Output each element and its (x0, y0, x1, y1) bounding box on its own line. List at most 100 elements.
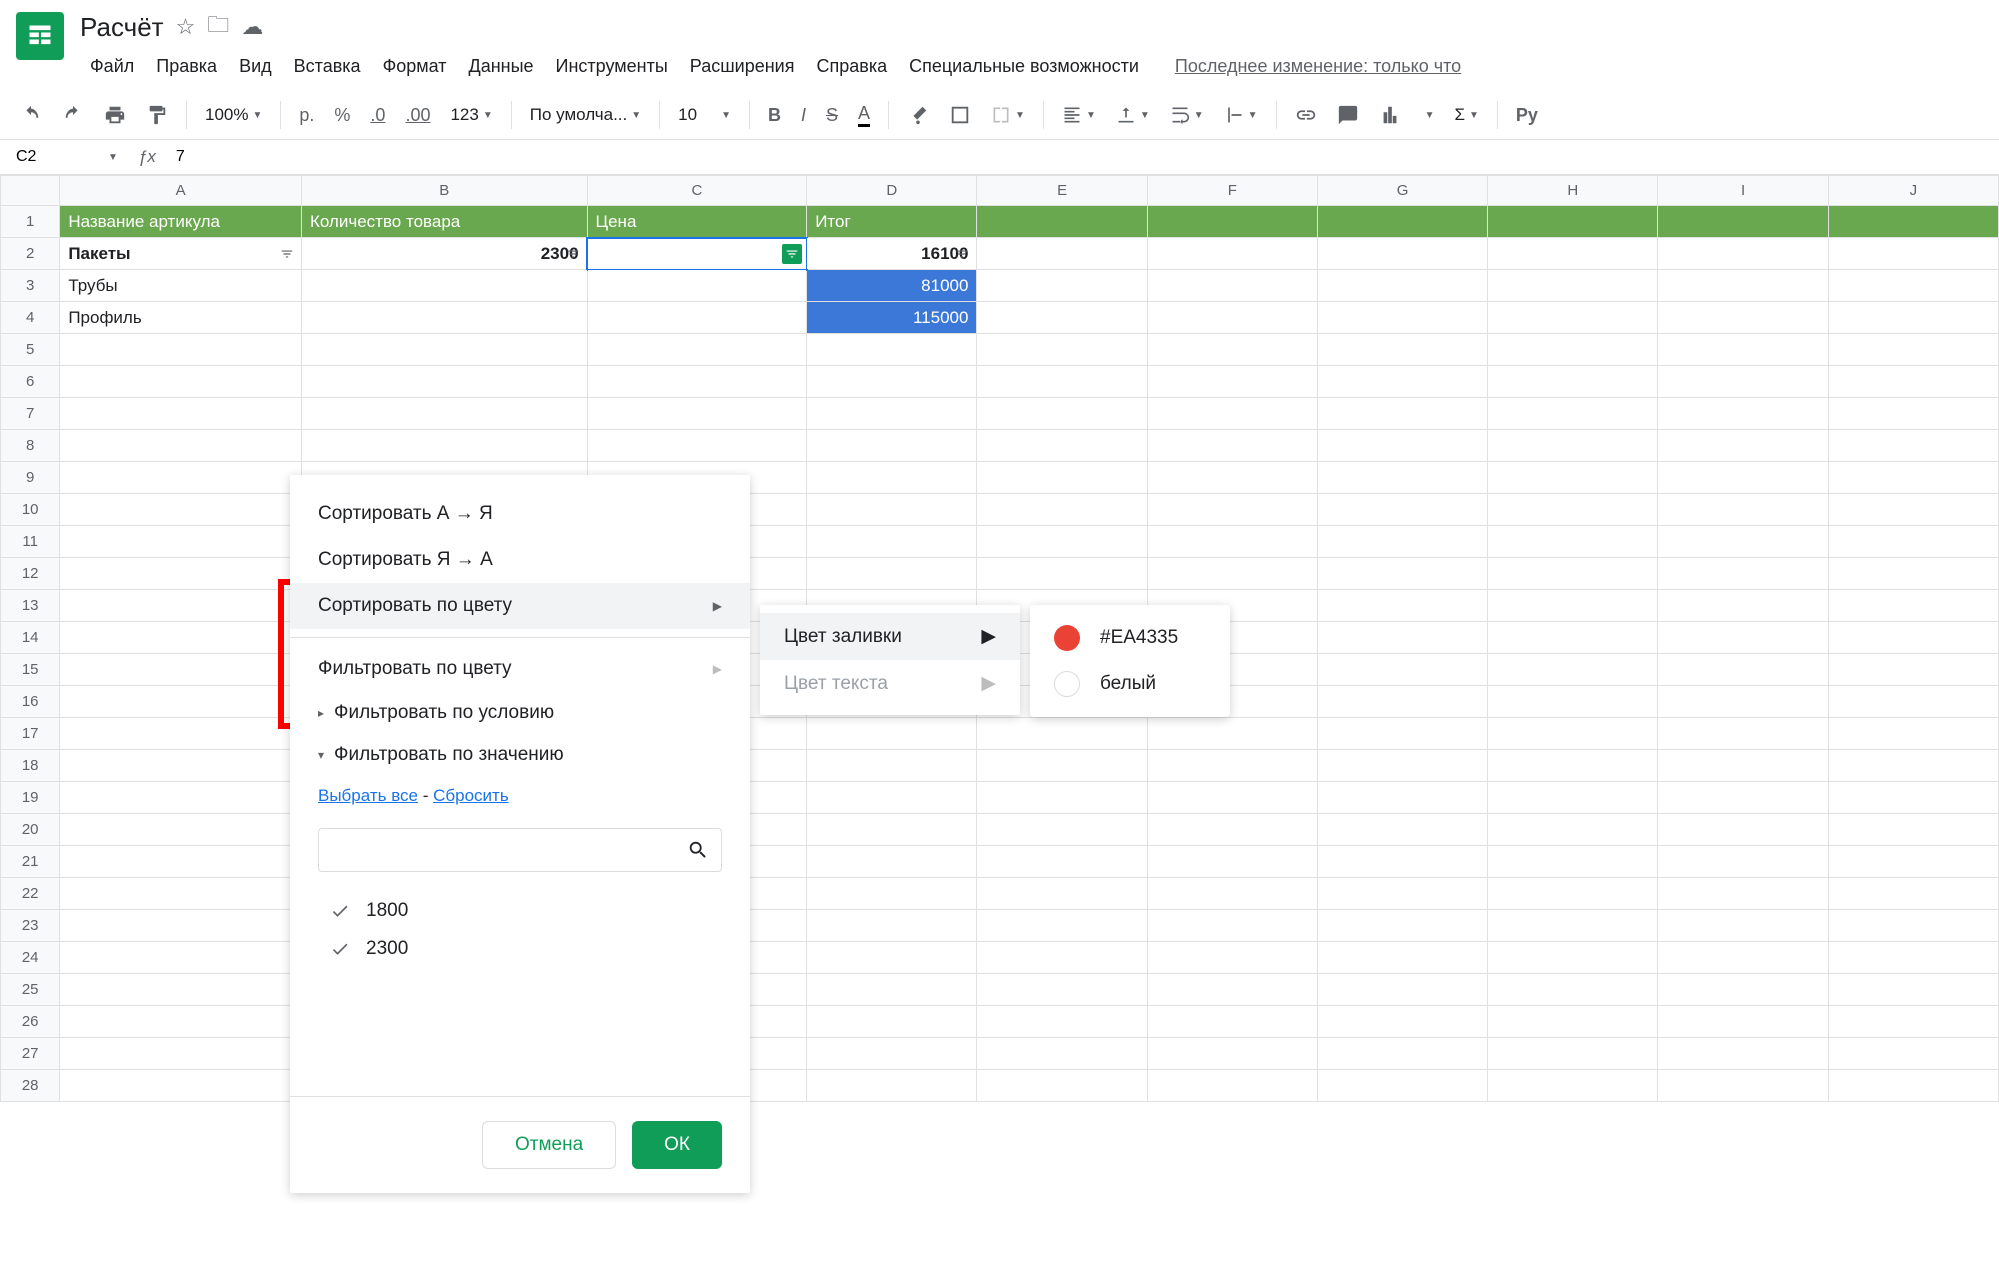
paint-format-icon[interactable] (138, 98, 176, 132)
row-header-19[interactable]: 19 (1, 782, 60, 814)
rotate-dropdown[interactable]: ▼ (1216, 101, 1266, 129)
col-header-c[interactable]: C (587, 176, 807, 206)
fill-color-item[interactable]: Цвет заливки▶ (760, 613, 1020, 660)
row-header-8[interactable]: 8 (1, 430, 60, 462)
row-header-18[interactable]: 18 (1, 750, 60, 782)
menu-view[interactable]: Вид (229, 50, 282, 83)
row-header-10[interactable]: 10 (1, 494, 60, 526)
fill-color-icon[interactable] (899, 98, 937, 132)
print-icon[interactable] (96, 98, 134, 132)
bold-icon[interactable]: B (760, 99, 789, 132)
cell-b4[interactable] (301, 302, 587, 334)
col-header-e[interactable]: E (977, 176, 1147, 206)
cloud-icon[interactable]: ☁ (241, 14, 263, 40)
cancel-button[interactable]: Отмена (482, 1121, 616, 1169)
col-header-f[interactable]: F (1147, 176, 1317, 206)
cell-a3[interactable]: Трубы (60, 270, 302, 302)
row-header-11[interactable]: 11 (1, 526, 60, 558)
last-edit[interactable]: Последнее изменение: только что (1175, 56, 1461, 77)
row-header-25[interactable]: 25 (1, 974, 60, 1006)
dec-decimal-btn[interactable]: .0 (362, 99, 393, 132)
filter-by-value[interactable]: ▾Фильтровать по значению (290, 734, 750, 776)
row-header-27[interactable]: 27 (1, 1038, 60, 1070)
text-color-item[interactable]: Цвет текста▶ (760, 660, 1020, 707)
filter-value-item[interactable]: 1800 (318, 892, 722, 930)
filter-dropdown[interactable]: ▼ (1413, 106, 1443, 125)
cell-f1[interactable] (1147, 206, 1317, 238)
cell-g1[interactable] (1317, 206, 1487, 238)
cell-a1[interactable]: Название артикула (60, 206, 302, 238)
select-all-link[interactable]: Выбрать все (318, 786, 418, 805)
merge-dropdown[interactable]: ▼ (983, 101, 1033, 129)
menu-ext[interactable]: Расширения (680, 50, 805, 83)
row-header-6[interactable]: 6 (1, 366, 60, 398)
sort-za[interactable]: Сортировать Я → А (290, 537, 750, 583)
cell-c3[interactable] (587, 270, 807, 302)
row-header-12[interactable]: 12 (1, 558, 60, 590)
cell-b3[interactable] (301, 270, 587, 302)
row-header-23[interactable]: 23 (1, 910, 60, 942)
cell-c4[interactable] (587, 302, 807, 334)
cell-d4[interactable]: 115000 (807, 302, 977, 334)
filter-icon-b2[interactable] (563, 244, 583, 264)
ok-button[interactable]: ОК (632, 1121, 722, 1169)
doc-title[interactable]: Расчёт (80, 12, 164, 43)
cell-b2[interactable]: 2300 (301, 238, 587, 270)
italic-icon[interactable]: I (793, 99, 814, 132)
row-header-22[interactable]: 22 (1, 878, 60, 910)
wrap-dropdown[interactable]: ▼ (1162, 101, 1212, 129)
menu-format[interactable]: Формат (373, 50, 457, 83)
filter-value-item[interactable]: 2300 (318, 930, 722, 968)
menu-accessibility[interactable]: Специальные возможности (899, 50, 1149, 83)
percent-btn[interactable]: % (326, 99, 358, 132)
menu-data[interactable]: Данные (459, 50, 544, 83)
font-size-dropdown[interactable]: 10▼ (670, 101, 739, 129)
cell-c1[interactable]: Цена (587, 206, 807, 238)
row-header-17[interactable]: 17 (1, 718, 60, 750)
zoom-dropdown[interactable]: 100%▼ (197, 101, 270, 129)
row-header-20[interactable]: 20 (1, 814, 60, 846)
sort-by-color[interactable]: Сортировать по цвету▶ (290, 583, 750, 629)
menu-edit[interactable]: Правка (146, 50, 227, 83)
cell-j1[interactable] (1828, 206, 1998, 238)
num-format-dropdown[interactable]: 123▼ (442, 101, 500, 129)
row-header-15[interactable]: 15 (1, 654, 60, 686)
cell-d1[interactable]: Итог (807, 206, 977, 238)
cell-d3[interactable]: 81000 (807, 270, 977, 302)
color-red[interactable]: #EA4335 (1030, 615, 1230, 661)
cell-reference-input[interactable] (8, 144, 108, 170)
undo-icon[interactable] (12, 98, 50, 132)
cell-i1[interactable] (1658, 206, 1828, 238)
filter-icon-d2[interactable] (952, 244, 972, 264)
font-dropdown[interactable]: По умолча...▼ (522, 101, 649, 129)
row-header-3[interactable]: 3 (1, 270, 60, 302)
cell-e1[interactable] (977, 206, 1147, 238)
currency-btn[interactable]: р. (291, 99, 322, 132)
row-header-2[interactable]: 2 (1, 238, 60, 270)
star-icon[interactable]: ☆ (176, 14, 196, 40)
addon-icon[interactable]: Ру (1508, 99, 1546, 132)
select-all-corner[interactable] (1, 176, 60, 206)
row-header-21[interactable]: 21 (1, 846, 60, 878)
row-header-1[interactable]: 1 (1, 206, 60, 238)
col-header-b[interactable]: B (301, 176, 587, 206)
link-icon[interactable] (1287, 98, 1325, 132)
filter-icon-c2[interactable] (782, 244, 802, 264)
functions-dropdown[interactable]: Σ▼ (1446, 101, 1486, 129)
menu-tools[interactable]: Инструменты (546, 50, 678, 83)
cell-b1[interactable]: Количество товара (301, 206, 587, 238)
cell-d2[interactable]: 16100 (807, 238, 977, 270)
strikethrough-icon[interactable]: S (818, 99, 846, 132)
borders-icon[interactable] (941, 98, 979, 132)
filter-by-condition[interactable]: ▸Фильтровать по условию (290, 692, 750, 734)
comment-icon[interactable] (1329, 98, 1367, 132)
col-header-j[interactable]: J (1828, 176, 1998, 206)
redo-icon[interactable] (54, 98, 92, 132)
cell-a2[interactable]: Пакеты (60, 238, 302, 270)
cell-c2[interactable]: 7 (587, 238, 807, 270)
col-header-d[interactable]: D (807, 176, 977, 206)
cell-a4[interactable]: Профиль (60, 302, 302, 334)
filter-search[interactable] (318, 828, 722, 872)
col-header-h[interactable]: H (1488, 176, 1658, 206)
col-header-i[interactable]: I (1658, 176, 1828, 206)
